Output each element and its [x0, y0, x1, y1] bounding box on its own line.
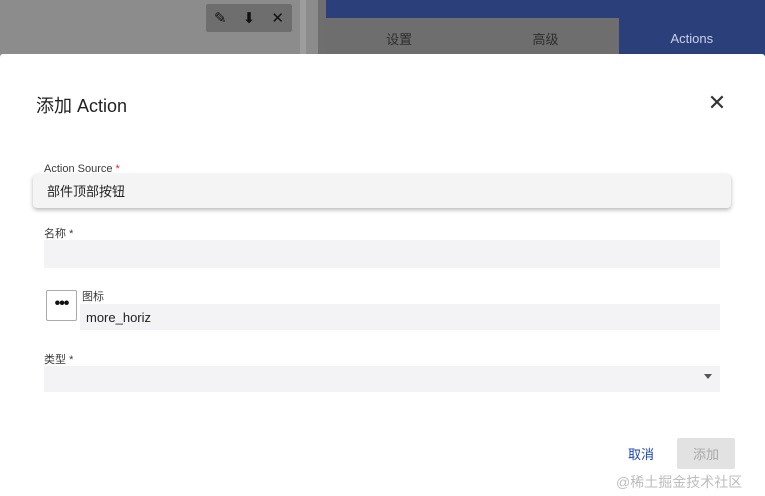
icon-label: 图标 — [82, 291, 104, 303]
dialog-title: 添加 Action — [36, 96, 128, 116]
close-icon[interactable]: ✕ — [271, 11, 284, 26]
action-source-select[interactable]: 部件顶部按钮 — [33, 174, 731, 208]
background-tabs: 设置 高级 Actions — [326, 18, 765, 58]
tab-actions[interactable]: Actions — [618, 18, 765, 58]
edit-icon[interactable]: ✎ — [214, 11, 227, 26]
background-toolbar: ✎ ⬇ ✕ — [206, 4, 292, 32]
background-right-header — [326, 0, 765, 18]
required-mark: * — [69, 228, 74, 240]
action-source-value: 部件顶部按钮 — [47, 184, 126, 199]
cancel-button[interactable]: 取消 — [620, 438, 662, 468]
close-icon[interactable]: ✕ — [706, 92, 728, 114]
name-input[interactable] — [44, 240, 720, 268]
more-horiz-icon: ••• — [54, 294, 70, 312]
icon-input[interactable] — [80, 304, 720, 330]
required-mark: * — [69, 354, 74, 366]
download-icon[interactable]: ⬇ — [243, 11, 256, 26]
tab-advanced[interactable]: 高级 — [472, 18, 618, 58]
watermark: @稀土掘金技术社区 — [616, 474, 743, 490]
add-button[interactable]: 添加 — [677, 438, 735, 469]
type-select[interactable] — [44, 366, 720, 392]
name-label: 名称 * — [44, 225, 73, 241]
dropdown-arrow-icon — [704, 374, 712, 379]
type-label-text: 类型 — [44, 354, 66, 366]
add-action-dialog: 添加 Action ✕ Action Source * 部件顶部按钮 名称 * … — [0, 54, 765, 496]
name-label-text: 名称 — [44, 228, 66, 240]
tab-settings[interactable]: 设置 — [326, 18, 472, 58]
type-label: 类型 * — [44, 351, 73, 367]
icon-picker-button[interactable]: ••• — [46, 290, 77, 321]
